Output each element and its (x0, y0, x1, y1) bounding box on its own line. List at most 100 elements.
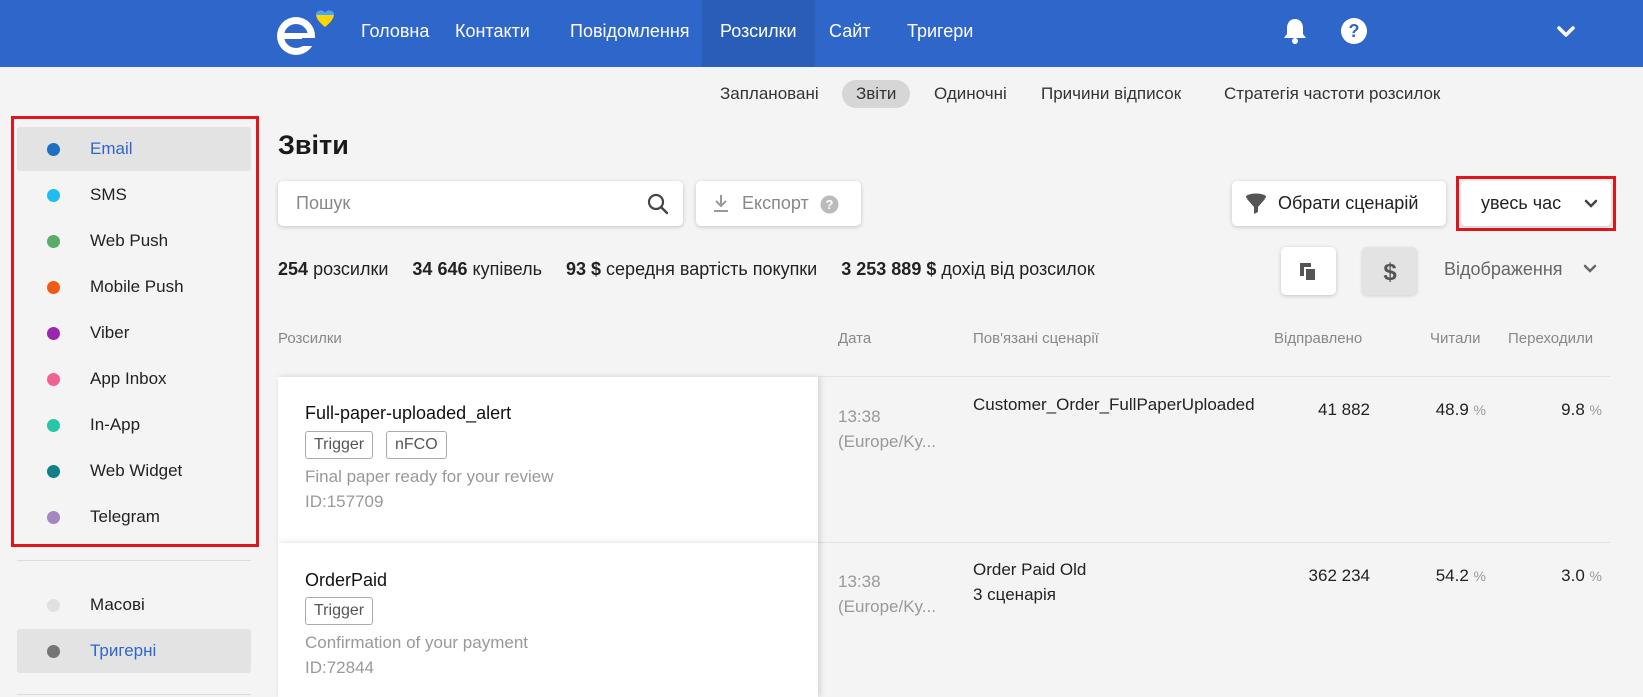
column-header-date[interactable]: Дата (838, 330, 871, 347)
row-divider (818, 542, 1610, 543)
export-button[interactable]: Експорт ? (696, 181, 861, 226)
sidebar-item-web-widget[interactable]: Web Widget (17, 449, 251, 493)
copy-icon (1300, 263, 1317, 282)
click-rate-value: 9.8 (1561, 400, 1585, 419)
sidebar-item-тригерні[interactable]: Тригерні (17, 629, 251, 673)
send-time: 13:38 (838, 407, 881, 426)
campaign-id: ID:72844 (305, 658, 374, 677)
send-time: 13:38 (838, 572, 881, 591)
column-header-sent[interactable]: Відправлено (1274, 330, 1362, 347)
click-rate-value: 3.0 (1561, 566, 1585, 585)
campaign-name[interactable]: Full-paper-uploaded_alert (305, 403, 511, 424)
sent-count: 362 234 (1308, 566, 1370, 585)
related-scenario-count[interactable]: 3 сценарія (973, 585, 1056, 605)
table-row[interactable]: OrderPaid Trigger Confirmation of your p… (278, 543, 818, 697)
click-rate: 3.0 % (1500, 566, 1602, 586)
sidebar-item-web-push[interactable]: Web Push (17, 219, 251, 263)
help-icon[interactable]: ? (820, 195, 839, 214)
nav-campaigns[interactable]: Розсилки (702, 0, 815, 67)
help-icon[interactable]: ? (1339, 16, 1369, 46)
sidebar-item-viber[interactable]: Viber (17, 311, 251, 355)
column-header-scenarios[interactable]: Пов'язані сценарії (973, 330, 1099, 347)
sidebar-item-label: Mobile Push (90, 277, 184, 296)
chevron-down-icon[interactable] (1551, 16, 1581, 46)
sent-count: 41 882 (1318, 400, 1370, 419)
column-header-read[interactable]: Читали (1430, 330, 1481, 347)
read-rate-value: 48.9 (1435, 400, 1469, 419)
bell-icon[interactable] (1280, 16, 1310, 46)
channel-color-dot (47, 189, 60, 202)
search-input[interactable] (296, 181, 626, 226)
campaign-subject: Final paper ready for your review (305, 467, 554, 486)
related-scenario[interactable]: Order Paid Old (973, 560, 1086, 580)
channel-color-dot (47, 235, 60, 248)
display-dropdown[interactable]: Відображення (1444, 259, 1596, 280)
sidebar-item-label: Web Push (90, 231, 169, 250)
sidebar-item-label: SMS (90, 185, 127, 204)
top-navigation-bar: Головна Контакти Повідомлення Розсилки С… (0, 0, 1643, 67)
subnav-scheduled[interactable]: Заплановані (706, 80, 833, 108)
search-icon[interactable] (647, 193, 669, 215)
sidebar-item-email[interactable]: Email (17, 127, 251, 171)
tag-badge: Trigger (305, 431, 374, 459)
sidebar-item-label: Web Widget (90, 461, 183, 480)
related-scenario[interactable]: Customer_Order_FullPaperUploaded (973, 395, 1255, 415)
channel-color-dot (47, 327, 60, 340)
sidebar-item-масові[interactable]: Масові (17, 583, 251, 627)
stat-label: розсилки (313, 259, 389, 279)
channel-color-dot (47, 599, 60, 612)
channel-color-dot (47, 645, 60, 658)
nav-site[interactable]: Сайт (811, 0, 889, 67)
funnel-icon (1246, 193, 1266, 214)
sidebar-item-label: Viber (90, 323, 130, 342)
sidebar-divider (17, 694, 251, 695)
sidebar-item-label: Тригерні (90, 641, 157, 660)
stat-value: 254 (278, 259, 309, 279)
select-scenario-button[interactable]: Обрати сценарій (1232, 181, 1446, 226)
sidebar-item-in-app[interactable]: In-App (17, 403, 251, 447)
channel-color-dot (47, 373, 60, 386)
channel-color-dot (47, 419, 60, 432)
nav-triggers[interactable]: Тригери (889, 0, 991, 67)
table-row[interactable]: Full-paper-uploaded_alert Trigger nFCO F… (278, 377, 818, 543)
send-timezone: (Europe/Ky... (838, 597, 936, 616)
read-rate: 48.9 % (1390, 400, 1486, 420)
nav-home[interactable]: Головна (343, 0, 447, 67)
subnav-frequency-strategy[interactable]: Стратегія частоти розсилок (1210, 80, 1454, 108)
download-icon (714, 195, 728, 212)
nav-messages[interactable]: Повідомлення (552, 0, 708, 67)
read-rate: 54.2 % (1390, 566, 1486, 586)
row-divider (818, 376, 1610, 377)
click-rate: 9.8 % (1500, 400, 1602, 420)
sidebar-item-mobile-push[interactable]: Mobile Push (17, 265, 251, 309)
svg-text:?: ? (826, 197, 834, 212)
subnav-unsubscribe-reasons[interactable]: Причини відписок (1027, 80, 1195, 108)
percent-sign: % (1473, 402, 1486, 418)
currency-view-button[interactable]: $ (1362, 247, 1417, 295)
tag-badge: nFCO (386, 431, 447, 459)
sidebar-item-label: Telegram (90, 507, 160, 526)
chevron-down-icon (1584, 199, 1598, 208)
sidebar-item-label: Масові (90, 595, 145, 614)
subnav-reports[interactable]: Звіти (842, 80, 911, 108)
sidebar-item-telegram[interactable]: Telegram (17, 495, 251, 539)
sidebar-item-sms[interactable]: SMS (17, 173, 251, 217)
stat-label: купівель (472, 259, 542, 279)
sidebar-item-label: App Inbox (90, 369, 167, 388)
campaign-name[interactable]: OrderPaid (305, 570, 387, 591)
stat-label: середня вартість покупки (606, 259, 818, 279)
period-dropdown[interactable]: увесь час (1461, 181, 1611, 226)
column-header-campaigns[interactable]: Розсилки (278, 330, 342, 347)
nav-contacts[interactable]: Контакти (437, 0, 548, 67)
copy-view-button[interactable] (1281, 247, 1336, 295)
display-label: Відображення (1444, 259, 1563, 279)
percent-sign: % (1589, 402, 1602, 418)
dollar-icon: $ (1383, 259, 1397, 284)
stat-value: 3 253 889 $ (841, 259, 937, 279)
sidebar-item-app-inbox[interactable]: App Inbox (17, 357, 251, 401)
subnav-single[interactable]: Одиночні (920, 80, 1021, 108)
logo-icon[interactable] (276, 8, 342, 58)
stat-value: 93 $ (565, 259, 602, 279)
send-timezone: (Europe/Ky... (838, 432, 936, 451)
column-header-clicked[interactable]: Переходили (1508, 330, 1593, 347)
